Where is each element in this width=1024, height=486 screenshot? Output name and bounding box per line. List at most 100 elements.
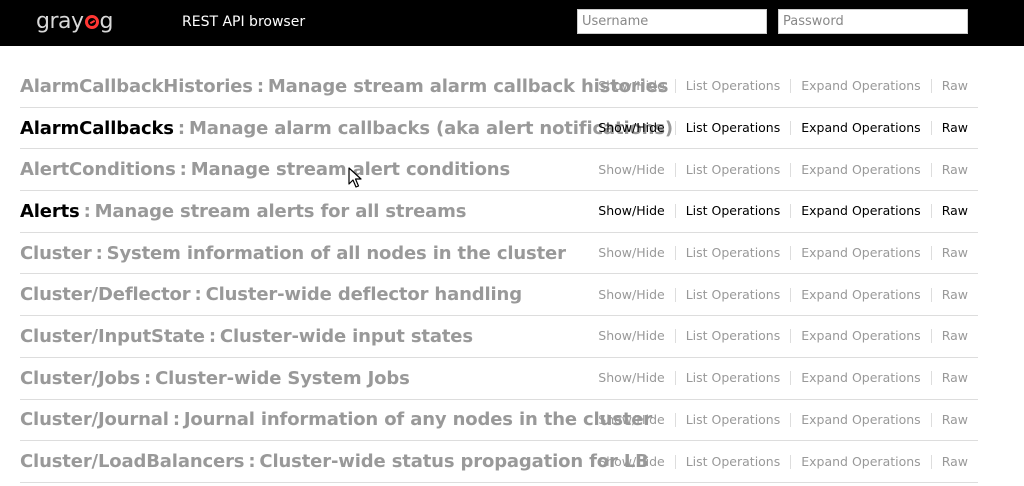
raw-link[interactable]: Raw <box>932 412 968 427</box>
resource-operations: Show/Hide List Operations Expand Operation… <box>598 441 968 482</box>
raw-link[interactable]: Raw <box>932 121 968 135</box>
resource-description: System information of all nodes in the c… <box>106 242 566 264</box>
resource-list: AlarmCallbackHistories: Manage stream ala… <box>20 66 978 483</box>
list-operations-link[interactable]: List Operations <box>676 329 792 344</box>
resource-separator: : <box>95 242 103 264</box>
resource-name-link[interactable]: AlarmCallbacks <box>20 118 174 139</box>
resource-name-link[interactable]: Cluster/Journal <box>20 409 169 430</box>
resource-operations: Show/Hide List Operations Expand Operation… <box>598 274 968 315</box>
resource-heading[interactable]: AlarmCallbackHistories: Manage stream ala… <box>20 76 668 97</box>
resource-name-link[interactable]: AlertConditions <box>20 159 176 180</box>
resource-description: Cluster-wide deflector handling <box>205 284 523 306</box>
raw-link[interactable]: Raw <box>932 204 968 218</box>
expand-operations-link[interactable]: Expand Operations <box>791 246 932 261</box>
raw-link[interactable]: Raw <box>932 371 968 385</box>
show-hide-link[interactable]: Show/Hide <box>598 121 676 136</box>
resource-name-link[interactable]: Cluster/Deflector <box>20 284 191 305</box>
resource-name-link[interactable]: Cluster/InputState <box>20 326 205 347</box>
resource-row: Cluster: System information of all nodes … <box>20 233 978 275</box>
resource-operations: Show/Hide List Operations Expand Operation… <box>598 108 968 149</box>
list-operations-link[interactable]: List Operations <box>676 287 792 302</box>
list-operations-link[interactable]: List Operations <box>676 246 792 261</box>
resource-separator: : <box>208 325 216 347</box>
top-header: gray g REST API browser <box>0 0 1024 46</box>
resource-operations: Show/Hide List Operations Expand Operation… <box>598 400 968 441</box>
resource-name-link[interactable]: Alerts <box>20 201 80 222</box>
password-input[interactable] <box>778 9 968 34</box>
list-operations-link[interactable]: List Operations <box>676 412 792 427</box>
raw-link[interactable]: Raw <box>932 246 968 260</box>
resource-row: AlarmCallbackHistories: Manage stream ala… <box>20 66 978 108</box>
list-operations-link[interactable]: List Operations <box>676 371 792 386</box>
resource-heading[interactable]: Cluster/LoadBalancers: Cluster-wide statu… <box>20 451 649 472</box>
expand-operations-link[interactable]: Expand Operations <box>791 371 932 386</box>
show-hide-link[interactable]: Show/Hide <box>598 162 676 177</box>
logo-text-right: g <box>99 8 114 34</box>
list-operations-link[interactable]: List Operations <box>676 121 792 136</box>
expand-operations-link[interactable]: Expand Operations <box>791 79 932 94</box>
resource-heading[interactable]: Cluster: System information of all nodes … <box>20 243 566 264</box>
show-hide-link[interactable]: Show/Hide <box>598 287 676 302</box>
resource-operations: Show/Hide List Operations Expand Operation… <box>598 149 968 190</box>
resource-separator: : <box>172 409 180 431</box>
resource-row: AlarmCallbacks: Manage alarm callbacks (a… <box>20 108 978 150</box>
list-operations-link[interactable]: List Operations <box>676 454 792 469</box>
resource-heading[interactable]: Cluster/Journal: Journal information of a… <box>20 409 652 430</box>
raw-link[interactable]: Raw <box>932 454 968 469</box>
graylog-logo[interactable]: gray g <box>36 6 114 36</box>
resource-separator: : <box>83 200 91 222</box>
list-operations-link[interactable]: List Operations <box>676 204 792 219</box>
show-hide-link[interactable]: Show/Hide <box>598 204 676 219</box>
show-hide-link[interactable]: Show/Hide <box>598 371 676 386</box>
resource-heading[interactable]: Cluster/Jobs: Cluster-wide System Jobs <box>20 368 410 389</box>
raw-link[interactable]: Raw <box>932 329 968 343</box>
resource-operations: Show/Hide List Operations Expand Operation… <box>598 66 968 107</box>
resource-row: AlertConditions: Manage stream alert cond… <box>20 149 978 192</box>
resource-description: Journal information of any nodes in the … <box>183 409 653 431</box>
expand-operations-link[interactable]: Expand Operations <box>791 121 932 136</box>
resource-heading[interactable]: AlarmCallbacks: Manage alarm callbacks (a… <box>20 118 673 139</box>
resource-heading[interactable]: Cluster/InputState: Cluster-wide input st… <box>20 326 473 347</box>
resource-name-link[interactable]: Cluster <box>20 243 92 264</box>
expand-operations-link[interactable]: Expand Operations <box>791 162 932 177</box>
resource-separator: : <box>144 367 152 389</box>
show-hide-link[interactable]: Show/Hide <box>598 246 676 261</box>
resource-heading[interactable]: Alerts: Manage stream alerts for all stre… <box>20 201 466 222</box>
resource-name-link[interactable]: Cluster/Jobs <box>20 368 140 389</box>
expand-operations-link[interactable]: Expand Operations <box>791 204 932 219</box>
list-operations-link[interactable]: List Operations <box>676 162 792 177</box>
resource-separator: : <box>179 159 187 181</box>
resource-row: Cluster/Jobs: Cluster-wide System Jobs Sho… <box>20 358 978 400</box>
raw-link[interactable]: Raw <box>932 162 968 177</box>
expand-operations-link[interactable]: Expand Operations <box>791 287 932 302</box>
resource-heading[interactable]: AlertConditions: Manage stream alert cond… <box>20 159 510 180</box>
expand-operations-link[interactable]: Expand Operations <box>791 412 932 427</box>
resource-row: Cluster/LoadBalancers: Cluster-wide statu… <box>20 441 978 483</box>
resource-description: Manage stream alerts for all streams <box>94 200 467 222</box>
resource-operations: Show/Hide List Operations Expand Operation… <box>598 191 968 232</box>
resource-row: Cluster/Journal: Journal information of a… <box>20 400 978 442</box>
resource-row: Cluster/Deflector: Cluster-wide deflector… <box>20 274 978 317</box>
resource-description: Cluster-wide System Jobs <box>155 367 410 389</box>
resource-heading[interactable]: Cluster/Deflector: Cluster-wide deflector… <box>20 284 522 305</box>
show-hide-link[interactable]: Show/Hide <box>598 412 676 427</box>
logo-text-left: gray <box>36 8 84 34</box>
raw-link[interactable]: Raw <box>932 79 968 93</box>
list-operations-link[interactable]: List Operations <box>676 79 792 94</box>
username-input[interactable] <box>577 9 767 34</box>
raw-link[interactable]: Raw <box>932 287 968 302</box>
resource-name-link[interactable]: AlarmCallbackHistories <box>20 76 253 97</box>
resource-operations: Show/Hide List Operations Expand Operation… <box>598 358 968 399</box>
logo-o-icon <box>84 15 99 29</box>
show-hide-link[interactable]: Show/Hide <box>598 79 676 94</box>
show-hide-link[interactable]: Show/Hide <box>598 329 676 344</box>
resource-name-link[interactable]: Cluster/LoadBalancers <box>20 451 245 472</box>
resource-separator: : <box>248 451 256 473</box>
resource-operations: Show/Hide List Operations Expand Operation… <box>598 233 968 274</box>
show-hide-link[interactable]: Show/Hide <box>598 454 676 469</box>
expand-operations-link[interactable]: Expand Operations <box>791 454 932 469</box>
resource-separator: : <box>256 75 264 97</box>
expand-operations-link[interactable]: Expand Operations <box>791 329 932 344</box>
resource-row: Alerts: Manage stream alerts for all stre… <box>20 191 978 233</box>
resource-description: Cluster-wide input states <box>219 325 473 347</box>
